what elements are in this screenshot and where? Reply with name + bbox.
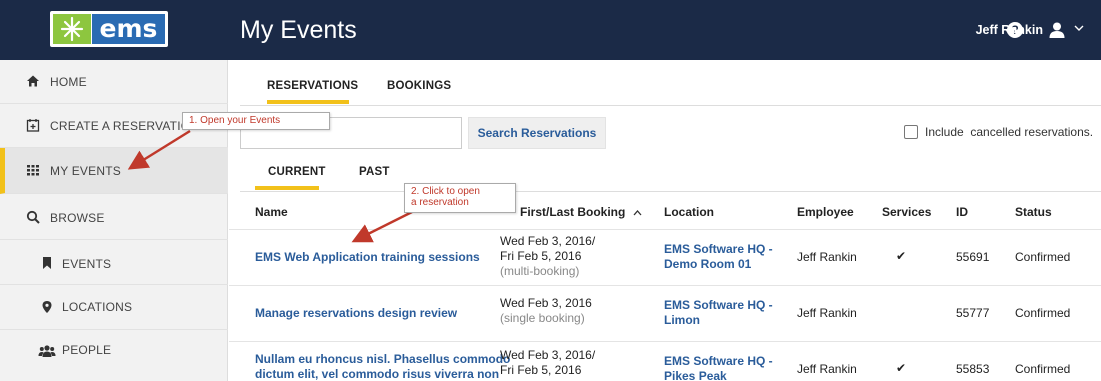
arrow-to-my-events [127,129,191,170]
annotation-arrows [127,129,413,243]
callout-step-2: 2. Click to open a reservation [404,183,516,213]
callout-step-2-line2: a reservation [411,197,469,208]
arrow-to-reservation [351,210,413,243]
callout-step-2-line1: 2. Click to open [411,186,480,197]
callout-step-1: 1. Open your Events [182,112,330,130]
